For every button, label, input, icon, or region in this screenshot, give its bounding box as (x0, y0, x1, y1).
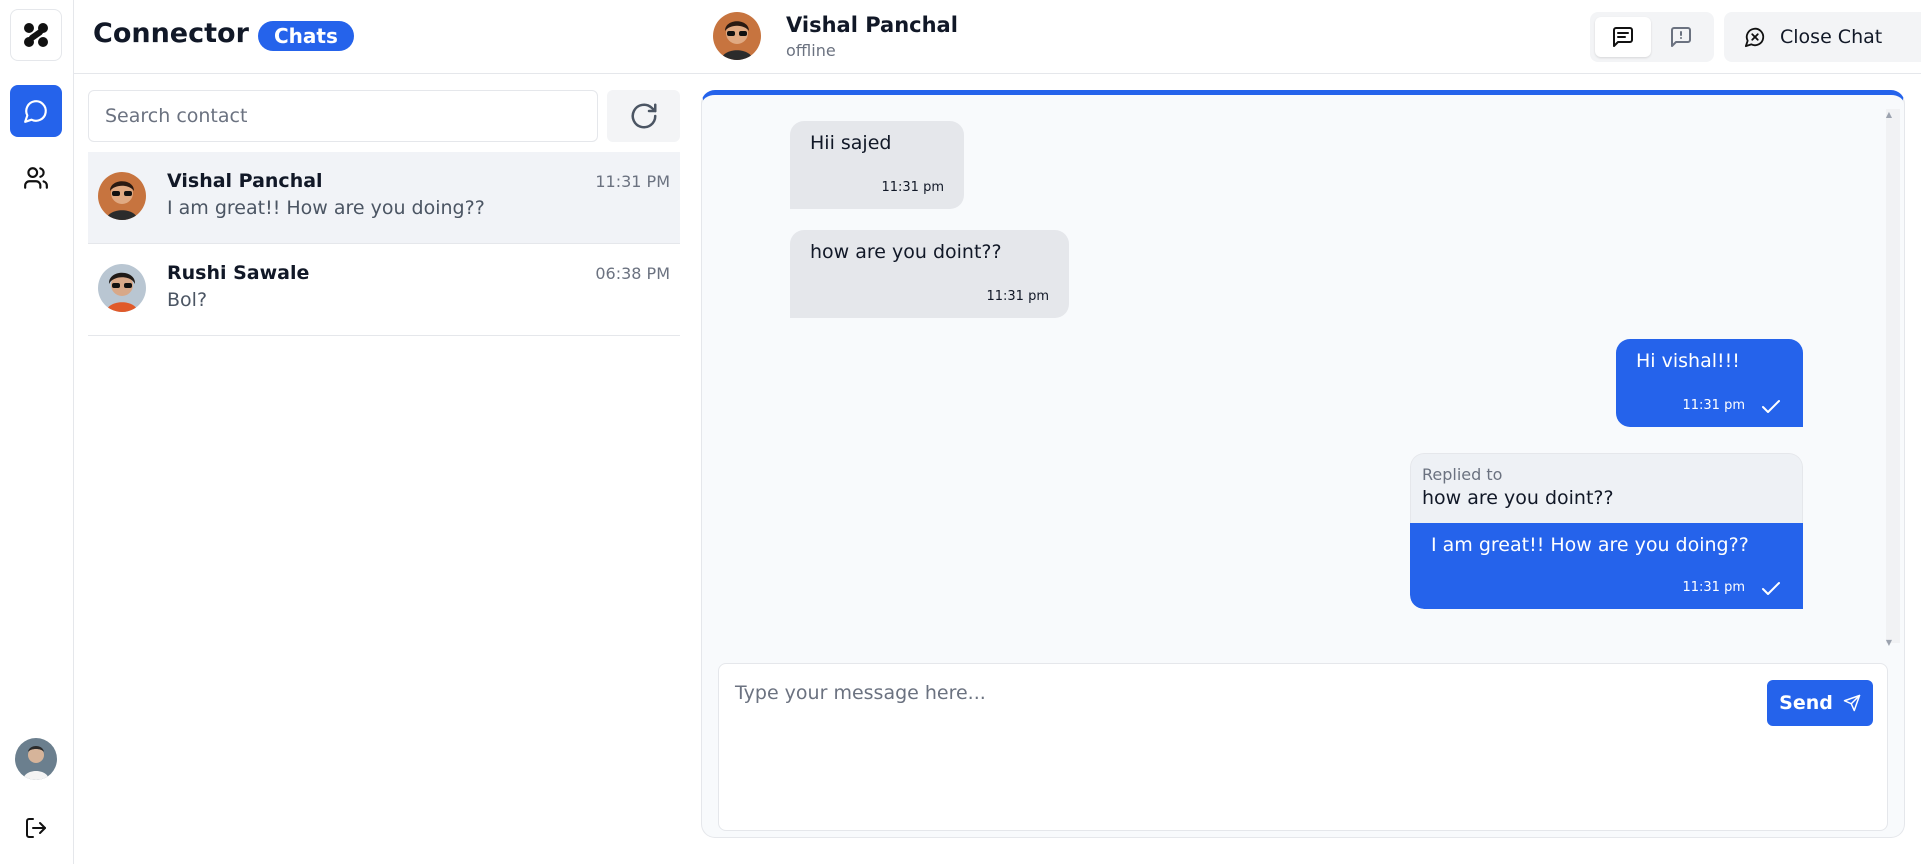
chat-bubble-icon (24, 100, 47, 123)
contact-name: Rushi Sawale (167, 262, 310, 284)
message-text: Hii sajed (810, 132, 892, 154)
message-composer: Send (718, 663, 1888, 831)
view-toggle (1590, 12, 1714, 62)
icon-rail (0, 0, 74, 864)
contact-item[interactable]: Vishal Panchal I am great!! How are you … (88, 152, 680, 244)
message-text: I am great!! How are you doing?? (1431, 534, 1749, 556)
section-badge: Chats (258, 21, 354, 51)
message-time: 11:31 pm (881, 180, 944, 195)
contact-time: 06:38 PM (595, 264, 670, 283)
logout-icon (26, 818, 46, 838)
incoming-message[interactable]: Hii sajed 11:31 pm (790, 121, 964, 209)
contact-last-message: I am great!! How are you doing?? (167, 197, 485, 219)
outgoing-message[interactable]: Hi vishal!!! 11:31 pm (1616, 339, 1803, 427)
scroll-down-arrow-icon[interactable]: ▼ (1886, 639, 1892, 647)
refresh-icon (631, 103, 656, 129)
contact-name: Vishal Panchal (167, 170, 323, 192)
logo-icon[interactable] (10, 9, 62, 61)
chat-header-name: Vishal Panchal (786, 13, 958, 37)
check-icon (1762, 582, 1780, 595)
reply-message[interactable]: Replied to how are you doint?? I am grea… (1410, 453, 1803, 609)
close-chat-icon (1744, 27, 1765, 48)
alt-view-button[interactable] (1653, 17, 1709, 57)
search-input[interactable] (88, 90, 598, 142)
outgoing-message: I am great!! How are you doing?? 11:31 p… (1410, 523, 1803, 609)
message-scrollbar[interactable] (1886, 109, 1900, 643)
send-label: Send (1779, 692, 1833, 714)
chat-view-button[interactable] (1595, 17, 1651, 57)
chat-header-avatar (713, 12, 761, 60)
top-bar: Connector Chats Vishal Panchal offline C… (74, 0, 1921, 74)
contacts-nav-button[interactable] (10, 152, 62, 204)
contact-avatar (98, 264, 146, 312)
message-time: 11:31 pm (1682, 580, 1745, 595)
message-square-text-icon (1613, 27, 1633, 47)
message-input[interactable] (719, 664, 1719, 830)
message-text: Hi vishal!!! (1636, 350, 1740, 372)
message-square-reply-icon (1671, 27, 1691, 47)
contact-time: 11:31 PM (595, 172, 670, 191)
contact-item[interactable]: Rushi Sawale Bol? 06:38 PM (88, 244, 680, 336)
logout-button[interactable] (10, 802, 62, 854)
send-icon (1843, 694, 1861, 712)
users-icon (24, 167, 48, 189)
contact-last-message: Bol? (167, 289, 208, 311)
message-time: 11:31 pm (1682, 398, 1745, 413)
scroll-up-arrow-icon[interactable]: ▲ (1886, 111, 1892, 119)
avatar[interactable] (15, 738, 57, 780)
reply-quote: Replied to how are you doint?? (1410, 453, 1803, 523)
contact-avatar (98, 172, 146, 220)
refresh-button[interactable] (607, 90, 680, 142)
reply-label: Replied to (1422, 465, 1503, 484)
check-icon (1762, 400, 1780, 413)
reply-quoted-text: how are you doint?? (1422, 487, 1614, 509)
close-chat-label: Close Chat (1780, 26, 1883, 48)
incoming-message[interactable]: how are you doint?? 11:31 pm (790, 230, 1069, 318)
close-chat-button[interactable]: Close Chat (1724, 12, 1921, 62)
send-button[interactable]: Send (1767, 680, 1873, 726)
chats-nav-button[interactable] (10, 85, 62, 137)
message-time: 11:31 pm (986, 289, 1049, 304)
chat-header-status: offline (786, 41, 836, 60)
chat-panel: ▲ ▼ Hii sajed 11:31 pm how are you doint… (701, 90, 1905, 838)
app-title: Connector (93, 18, 249, 49)
message-text: how are you doint?? (810, 241, 1002, 263)
